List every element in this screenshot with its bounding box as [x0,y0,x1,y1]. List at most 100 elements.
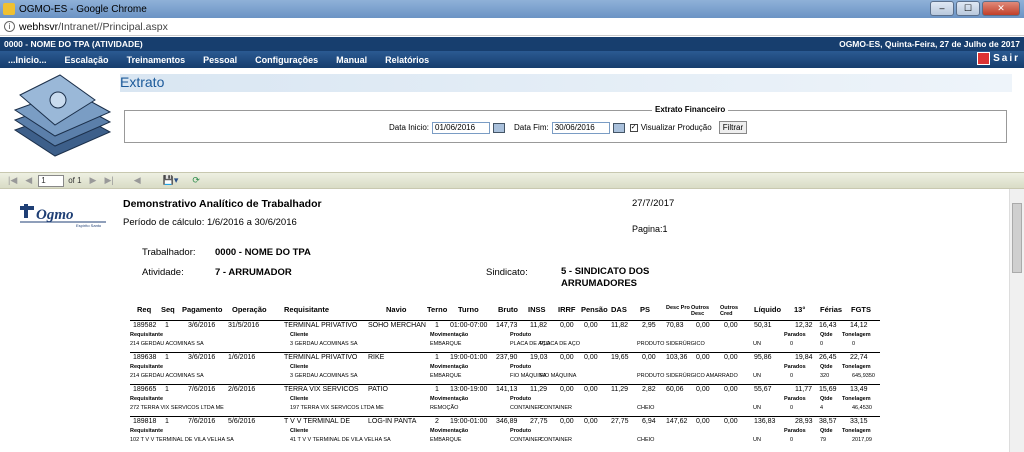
back-icon[interactable]: ◀ [134,175,141,186]
trabalhador-label: Trabalhador: [142,247,196,258]
money-stack-icon [13,74,112,157]
cell-das: 11,29 [611,386,628,393]
calendar-icon[interactable] [612,122,625,133]
cell-requisitante: TERRA VIX SERVICOS [284,386,359,393]
table-row: 189665 1 7/6/2016 2/6/2016 TERRA VIX SERVICO… [130,384,880,416]
report-periodo: Período de cálculo: 1/6/2016 a 30/6/2016 [123,217,297,228]
scrollbar-thumb[interactable] [1012,203,1022,273]
address-bar[interactable]: i webhsvr /Intranet//Principal.aspx [0,18,1024,36]
sair-button[interactable]: Sair [977,52,1020,65]
sub-cell: UN [753,373,761,379]
cell-pagamento: 7/6/2016 [188,386,216,393]
cell-requisitante: TERMINAL PRIVATIVO [284,354,358,361]
header-seq: Seq [161,305,175,314]
cell-pensao: 0,00 [584,418,598,425]
cell-turno: 01:00-07:00 [450,322,488,329]
cell-fgts: 13,49 [850,386,868,393]
cell-das: 19,65 [611,354,629,361]
cell-bruto: 346,89 [496,418,518,425]
prev-page-icon[interactable]: ◀ [25,175,32,186]
sub-header: Parados [784,396,806,402]
refresh-icon[interactable]: ⟳ [192,175,200,186]
cell-inss: 27,75 [530,418,548,425]
close-button[interactable]: ✕ [982,1,1020,16]
sub-cell: 3 GERDAU ACOMINAS SA [290,373,358,379]
next-page-icon[interactable]: ▶ [90,175,97,186]
chrome-icon [3,3,15,15]
cell-fgts: 33,15 [850,418,868,425]
export-icon[interactable]: 💾▾ [163,175,179,186]
menu-pessoal[interactable]: Pessoal [203,55,237,65]
data-fim-input[interactable]: 30/06/2016 [551,121,610,134]
sub-header: Requisitante [130,428,164,434]
sub-cell: FIO MÁQUINA [540,373,577,379]
menu-configuracoes[interactable]: Configurações [255,55,318,65]
last-page-icon[interactable]: ▶| [104,175,113,186]
info-icon[interactable]: i [4,21,15,32]
user-info-bar: 0000 - NOME DO TPA (ATIVIDADE) OGMO-ES, … [0,37,1024,51]
cell-pensao: 0,00 [584,386,598,393]
filtrar-button[interactable]: Filtrar [718,121,748,134]
visualizar-checkbox[interactable]: ✓ [629,123,638,132]
header-das: DAS [611,305,627,314]
cell-desc-pro: 60,06 [666,386,684,393]
cell-ps: 2,82 [642,386,656,393]
cell-fgts: 22,74 [850,354,868,361]
vertical-scrollbar[interactable] [1009,189,1024,452]
sub-cell: 0 [790,373,794,379]
sub-header: Requisitante [130,332,164,338]
sub-header: Movimentação [430,332,469,338]
data-inicio-label: Data Inicio: [389,123,430,132]
cell-requisitante: T V V TERMINAL DE [284,418,350,425]
menu-escalacao[interactable]: Escalação [65,55,109,65]
sub-cell: 4 [820,405,824,411]
cell-decimo-terceiro: 28,93 [795,418,813,425]
sub-header: Requisitante [130,364,164,370]
menu-inicio[interactable]: ...Inicio... [8,55,47,65]
cell-requisitante: TERMINAL PRIVATIVO [284,322,358,329]
cell-navio: PATIO [368,386,388,393]
atividade-label: Atividade: [142,267,184,278]
header-liquido: Líquido [754,305,782,314]
sub-header: Produto [510,396,532,402]
report-viewer: Ogmo Espírito Santo Demonstrativo Analít… [0,189,1009,452]
data-inicio-input[interactable]: 01/06/2016 [432,121,491,134]
sub-cell: CONTAINER [510,405,542,411]
sindicato-value-1: 5 - SINDICATO DOS [561,266,650,277]
sub-cell: 46,4530 [852,405,872,411]
sub-cell: 645,9350 [852,373,875,379]
header-pensao: Pensão [581,305,608,314]
table-header: Req Seq Pagamento Operação Requisitante Navio… [130,305,890,319]
menu-manual[interactable]: Manual [336,55,367,65]
cell-ferias: 26,45 [819,354,837,361]
calendar-icon[interactable] [493,122,506,133]
first-page-icon[interactable]: |◀ [8,175,17,186]
menu-relatorios[interactable]: Relatórios [385,55,429,65]
sub-cell: CONTAINER [510,437,542,443]
cell-inss: 11,82 [530,322,547,329]
sub-cell: 79 [820,437,827,443]
cell-navio: RIKE [368,354,385,361]
minimize-button[interactable]: – [930,1,954,16]
maximize-button[interactable]: ☐ [956,1,980,16]
cell-seq: 1 [165,418,169,425]
page-number-input[interactable]: 1 [38,174,65,187]
cell-ferias: 38,57 [819,418,837,425]
sub-cell: 0 [790,341,794,347]
sub-header: Parados [784,428,806,434]
cell-navio: LOG-IN PANTA [368,418,417,425]
cell-das: 11,82 [611,322,628,329]
sub-cell: CHEIO [637,437,655,443]
row-divider [130,320,880,321]
sub-cell: EMBARQUE [430,437,462,443]
cell-seq: 1 [165,354,169,361]
sindicato-value-2: ARRUMADORES [561,278,637,289]
cell-terno: 1 [435,322,439,329]
page-count: of 1 [68,176,82,185]
header-operacao: Operação [232,305,267,314]
exit-icon [977,52,991,65]
menu-treinamentos[interactable]: Treinamentos [127,55,186,65]
sub-header: Tonelagem [842,428,871,434]
header-bruto: Bruto [498,305,518,314]
report-pagina: Pagina:1 [632,224,668,234]
